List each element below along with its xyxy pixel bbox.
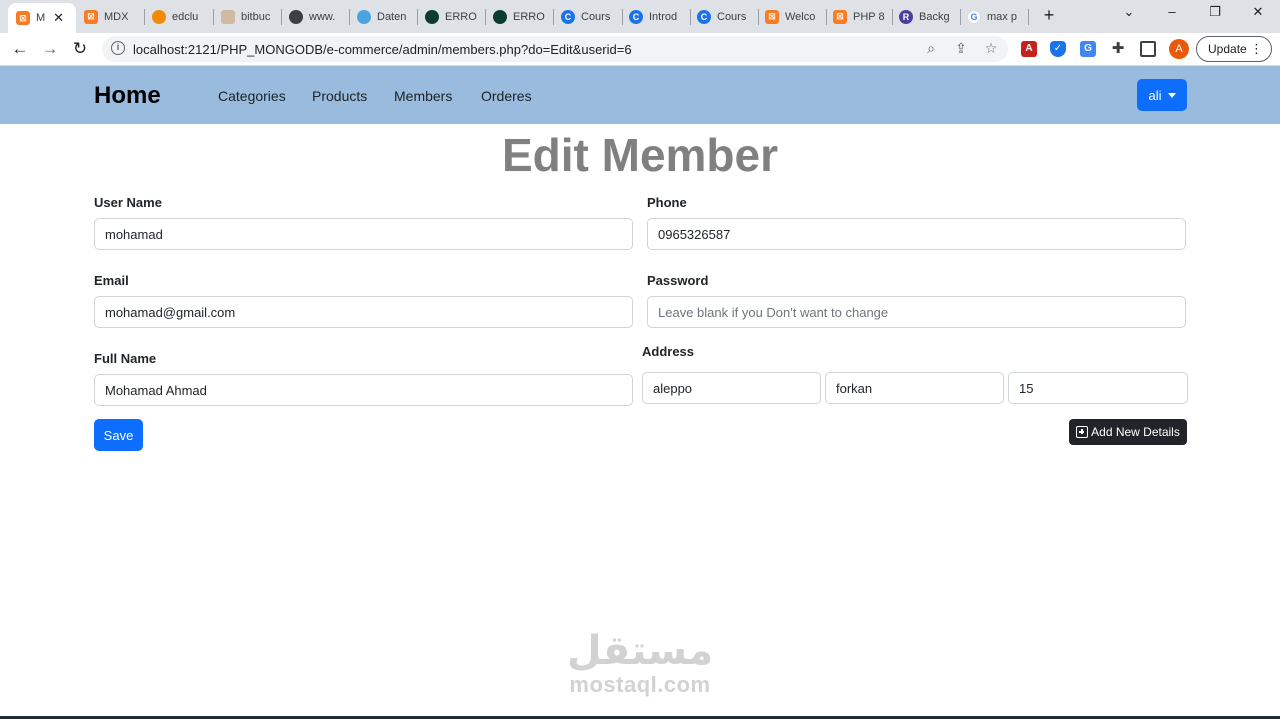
database-icon [357,9,371,24]
side-panel-icon[interactable] [1140,41,1156,57]
update-button[interactable]: Update ⋮ [1196,36,1272,62]
tab-search-chevron-icon[interactable]: ⌄ [1119,4,1139,20]
profile-avatar[interactable]: A [1169,39,1189,59]
browser-tab[interactable]: bitbuc [221,4,277,29]
mongodb-icon [493,9,507,24]
fullname-input[interactable] [94,374,633,406]
browser-tab-strip: ⊠ M ✕ ⊠ MDX edclu bitbuc www. Daten ERRO… [0,0,1280,33]
bookmark-star-icon[interactable]: ☆ [982,40,1000,57]
nav-link-products[interactable]: Products [312,88,367,104]
xampp-icon: ⊠ [765,9,779,24]
site-icon [289,9,303,24]
email-input[interactable] [94,296,633,328]
navbar-brand[interactable]: Home [94,82,161,110]
address-number-input[interactable] [1008,372,1188,404]
translate-extension-icon[interactable]: G [1080,41,1096,57]
phone-input[interactable] [647,218,1186,250]
restore-icon[interactable]: ❐ [1205,4,1225,20]
reload-icon[interactable]: ↻ [70,39,90,59]
bitbucket-icon [221,9,235,24]
zoom-icon[interactable]: ⌕ [922,40,940,57]
address-street-input[interactable] [825,372,1004,404]
nav-link-members[interactable]: Members [394,88,452,104]
extensions-puzzle-icon[interactable]: ✚ [1110,41,1126,57]
xampp-icon: ⊠ [16,11,30,25]
address-city-input[interactable] [642,372,821,404]
phone-label: Phone [647,195,687,210]
username-input[interactable] [94,218,633,250]
shield-extension-icon[interactable]: ✓ [1050,41,1066,57]
address-label: Address [642,344,695,359]
browser-tab[interactable]: R Backg [899,4,955,29]
browser-tab-active[interactable]: ⊠ M ✕ [8,3,76,33]
new-tab-plus-icon[interactable]: + [1040,5,1058,26]
browser-toolbar: ← → ↻ i localhost:2121/PHP_MONGODB/e-com… [0,33,1280,66]
watermark-logo: مستقل mostaql.com [566,628,714,697]
browser-tab[interactable]: edclu [152,4,210,29]
pdf-extension-icon[interactable]: A [1021,41,1037,57]
nav-link-categories[interactable]: Categories [218,88,286,104]
google-icon: G [967,9,981,24]
course-icon: C [561,9,575,24]
username-label: User Name [94,195,162,210]
close-window-icon[interactable]: ✕ [1248,4,1268,20]
site-navbar: Home Categories Products Members Orderes… [0,66,1280,124]
caret-down-icon [1167,92,1176,98]
plus-square-icon [1076,426,1089,438]
site-info-icon[interactable]: i [111,41,125,55]
browser-tab[interactable]: ⊠ Welco [765,4,823,29]
browser-tab[interactable]: Daten [357,4,413,29]
browser-tab[interactable]: ERRO [425,4,481,29]
r-icon: R [899,9,913,24]
close-tab-icon[interactable]: ✕ [53,10,64,26]
minimize-icon[interactable]: – [1162,4,1182,19]
email-label: Email [94,273,129,288]
forward-arrow-icon[interactable]: → [40,39,60,59]
password-input[interactable] [647,296,1186,328]
nav-link-orders[interactable]: Orderes [481,88,532,104]
save-button[interactable]: Save [94,419,143,451]
add-new-details-button[interactable]: Add New Details [1069,419,1187,445]
xampp-icon: ⊠ [84,9,98,24]
share-icon[interactable]: ⇪ [952,40,970,57]
user-dropdown-button[interactable]: ali [1137,79,1187,111]
browser-tab[interactable]: C Cours [697,4,755,29]
url-text[interactable]: localhost:2121/PHP_MONGODB/e-commerce/ad… [133,42,632,57]
xampp-icon: ⊠ [833,9,847,24]
browser-tab[interactable]: C Introd [629,4,687,29]
menu-dots-icon[interactable]: ⋮ [1250,41,1263,57]
page-title: Edit Member [501,129,779,181]
browser-tab[interactable]: www. [289,4,345,29]
browser-tab[interactable]: C Cours [561,4,619,29]
edclub-icon [152,9,166,24]
back-arrow-icon[interactable]: ← [10,39,30,59]
mongodb-icon [425,9,439,24]
course-icon: C [697,9,711,24]
password-label: Password [647,273,709,288]
browser-tab[interactable]: G max p [967,4,1025,29]
address-bar[interactable]: i localhost:2121/PHP_MONGODB/e-commerce/… [102,36,1008,62]
fullname-label: Full Name [94,351,157,366]
browser-tab[interactable]: ⊠ PHP 8 [833,4,889,29]
browser-tab[interactable]: ERRO [493,4,549,29]
course-icon: C [629,9,643,24]
browser-tab[interactable]: ⊠ MDX [84,4,142,29]
